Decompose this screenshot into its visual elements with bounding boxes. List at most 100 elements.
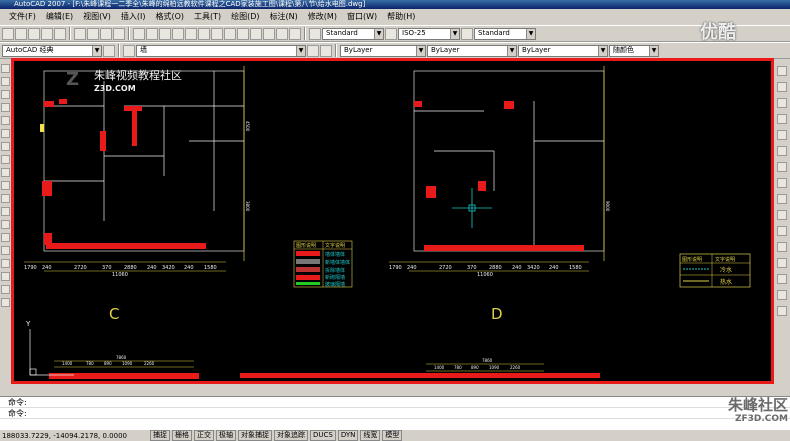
properties-icon[interactable] [211,27,223,40]
scale-icon[interactable] [777,178,787,188]
workspace-settings-icon[interactable] [103,44,115,57]
calculator-icon[interactable] [276,27,288,40]
chevron-down-icon[interactable]: ▼ [416,45,425,56]
menu-file[interactable]: 文件(F) [4,9,41,25]
menu-draw[interactable]: 绘图(D) [226,9,264,25]
undo-icon[interactable] [133,27,145,40]
chevron-down-icon[interactable]: ▼ [526,28,535,39]
circle-icon[interactable] [1,142,10,151]
polygon-icon[interactable] [1,103,10,112]
layer-select[interactable]: 墙 ▼ [136,44,306,57]
trim-icon[interactable] [777,210,787,220]
model-toggle[interactable]: 模型 [382,430,403,441]
open-icon[interactable] [15,27,27,40]
fillet-icon[interactable] [777,290,787,300]
ellipse-arc-icon[interactable] [1,194,10,203]
design-center-icon[interactable] [224,27,236,40]
copy-icon[interactable] [87,27,99,40]
gradient-icon[interactable] [1,259,10,268]
stretch-icon[interactable] [777,194,787,204]
chamfer-icon[interactable] [777,274,787,284]
text-style-select[interactable]: Standard ▼ [322,27,384,40]
chevron-down-icon[interactable]: ▼ [296,45,305,56]
explode-icon[interactable] [777,306,787,316]
menu-format[interactable]: 格式(O) [150,9,189,25]
menu-edit[interactable]: 编辑(E) [41,9,78,25]
polar-toggle[interactable]: 极轴 [216,430,236,441]
polyline-icon[interactable] [1,90,10,99]
markup-icon[interactable] [263,27,275,40]
workspace-select[interactable]: AutoCAD 经典 ▼ [2,44,102,57]
layer-previous-icon[interactable] [320,44,332,57]
color-select[interactable]: ByLayer ▼ [340,44,426,57]
zoom-realtime-icon[interactable] [172,27,184,40]
print-icon[interactable] [41,27,53,40]
region-icon[interactable] [1,272,10,281]
help-icon[interactable] [289,27,301,40]
insert-block-icon[interactable] [1,207,10,216]
redo-icon[interactable] [146,27,158,40]
plotstyle-select[interactable]: 随颜色 ▼ [609,44,659,57]
preview-icon[interactable] [54,27,66,40]
zoom-window-icon[interactable] [185,27,197,40]
erase-icon[interactable] [777,66,787,76]
menu-view[interactable]: 视图(V) [78,9,116,25]
hatch-icon[interactable] [1,246,10,255]
array-icon[interactable] [777,130,787,140]
sheet-set-icon[interactable] [250,27,262,40]
cut-icon[interactable] [74,27,86,40]
table-style-icon[interactable] [461,27,473,40]
chevron-down-icon[interactable]: ▼ [450,28,459,39]
zoom-previous-icon[interactable] [198,27,210,40]
drawing-area[interactable]: 1790 240 2720 370 2880 240 3420 240 1580… [11,58,774,384]
spline-icon[interactable] [1,168,10,177]
menu-modify[interactable]: 修改(M) [303,9,342,25]
linetype-select[interactable]: ByLayer ▼ [427,44,517,57]
break-icon[interactable] [777,242,787,252]
snap-toggle[interactable]: 捕捉 [150,430,170,441]
mirror-icon[interactable] [777,98,787,108]
new-icon[interactable] [2,27,14,40]
chevron-down-icon[interactable]: ▼ [598,45,607,56]
lineweight-select[interactable]: ByLayer ▼ [518,44,608,57]
multiline-text-icon[interactable] [1,298,10,307]
paste-icon[interactable] [100,27,112,40]
make-current-layer-icon[interactable] [307,44,319,57]
otrack-toggle[interactable]: 对象追踪 [274,430,308,441]
make-block-icon[interactable] [1,220,10,229]
menu-tools[interactable]: 工具(T) [189,9,226,25]
dim-style-icon[interactable] [385,27,397,40]
layer-manager-icon[interactable] [123,44,135,57]
revision-cloud-icon[interactable] [1,155,10,164]
arc-icon[interactable] [1,129,10,138]
ortho-toggle[interactable]: 正交 [194,430,214,441]
move-icon[interactable] [777,146,787,156]
menu-window[interactable]: 窗口(W) [342,9,382,25]
offset-icon[interactable] [777,114,787,124]
line-icon[interactable] [1,64,10,73]
osnap-toggle[interactable]: 对象捕捉 [238,430,272,441]
chevron-down-icon[interactable]: ▼ [649,45,658,56]
table-icon[interactable] [1,285,10,294]
ellipse-icon[interactable] [1,181,10,190]
pan-icon[interactable] [159,27,171,40]
text-style-icon[interactable] [309,27,321,40]
menu-insert[interactable]: 插入(I) [116,9,151,25]
table-style-select[interactable]: Standard ▼ [474,27,536,40]
match-properties-icon[interactable] [113,27,125,40]
construction-line-icon[interactable] [1,77,10,86]
join-icon[interactable] [777,258,787,268]
menu-dimension[interactable]: 标注(N) [265,9,303,25]
tool-palette-icon[interactable] [237,27,249,40]
dyn-toggle[interactable]: DYN [337,430,359,441]
point-icon[interactable] [1,233,10,242]
dim-style-select[interactable]: ISO-25 ▼ [398,27,460,40]
chevron-down-icon[interactable]: ▼ [507,45,516,56]
rectangle-icon[interactable] [1,116,10,125]
grid-toggle[interactable]: 栅格 [172,430,192,441]
extend-icon[interactable] [777,226,787,236]
lineweight-toggle[interactable]: 线宽 [360,430,381,441]
chevron-down-icon[interactable]: ▼ [92,45,101,56]
rotate-icon[interactable] [777,162,787,172]
menu-help[interactable]: 帮助(H) [382,9,420,25]
